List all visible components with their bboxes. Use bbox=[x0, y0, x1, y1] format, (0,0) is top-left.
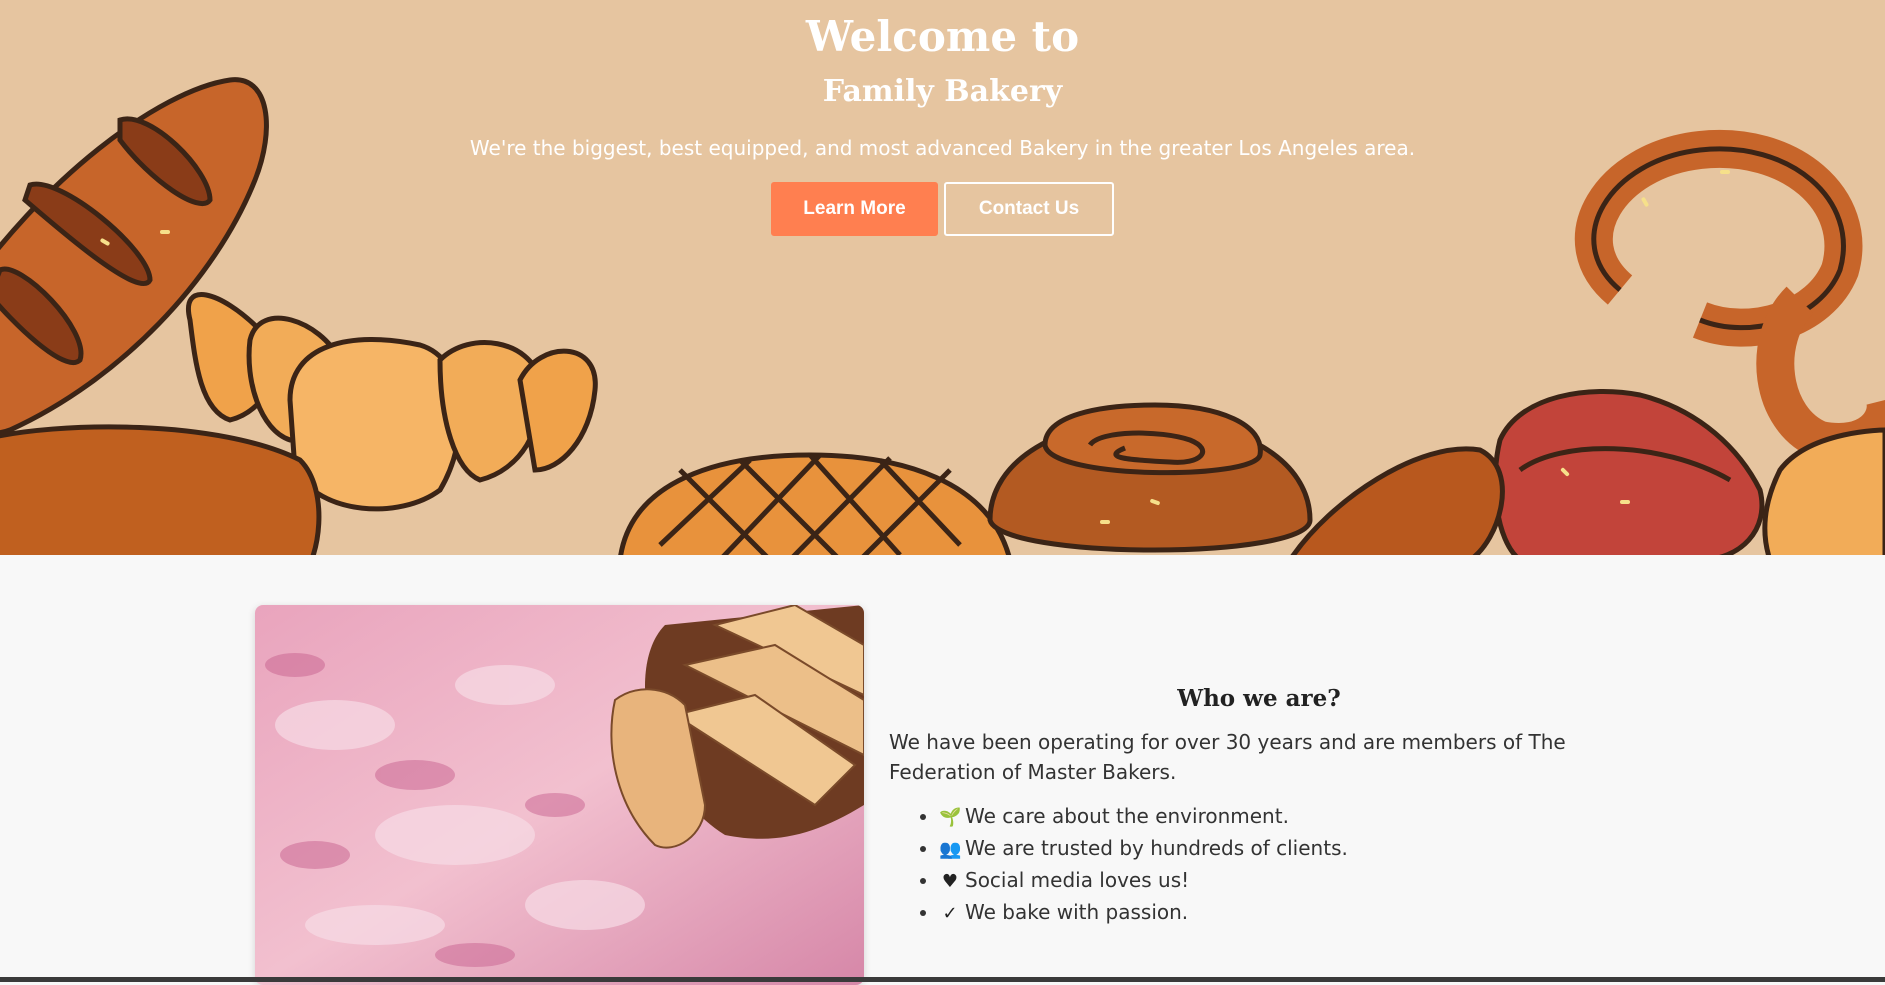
about-paragraph: We have been operating for over 30 years… bbox=[889, 730, 1566, 784]
feature-text: Social media loves us! bbox=[965, 868, 1190, 892]
heart-icon: ♥ bbox=[941, 871, 959, 892]
feature-text: We care about the environment. bbox=[965, 804, 1289, 828]
features-list: 🌱We care about the environment. 👥We are … bbox=[889, 801, 1589, 929]
check-icon: ✓ bbox=[942, 903, 958, 924]
about-section: Who we are? We have been operating for o… bbox=[0, 555, 1885, 985]
seedling-icon: 🌱 bbox=[939, 807, 962, 828]
bread-photo bbox=[255, 605, 864, 985]
feature-text: We are trusted by hundreds of clients. bbox=[965, 836, 1348, 860]
contact-us-button[interactable]: Contact Us bbox=[944, 182, 1114, 236]
bottom-border bbox=[0, 977, 1885, 982]
hero-buttons: Learn More Contact Us bbox=[0, 182, 1885, 236]
list-item: 👥We are trusted by hundreds of clients. bbox=[939, 833, 1589, 865]
learn-more-button[interactable]: Learn More bbox=[771, 182, 938, 236]
hero-title: Welcome to bbox=[805, 12, 1080, 61]
list-item: 🌱We care about the environment. bbox=[939, 801, 1589, 833]
list-item: ♥ Social media loves us! bbox=[939, 865, 1589, 897]
feature-text: We bake with passion. bbox=[965, 900, 1189, 924]
about-heading: Who we are? bbox=[1177, 685, 1341, 712]
list-item: ✓ We bake with passion. bbox=[939, 897, 1589, 929]
users-icon: 👥 bbox=[939, 839, 962, 860]
hero-section: Welcome to Family Bakery We're the bigge… bbox=[0, 0, 1885, 555]
hero-tagline: We're the biggest, best equipped, and mo… bbox=[469, 136, 1416, 160]
hero-subtitle: Family Bakery bbox=[822, 74, 1063, 109]
about-text: Who we are? We have been operating for o… bbox=[889, 683, 1589, 929]
